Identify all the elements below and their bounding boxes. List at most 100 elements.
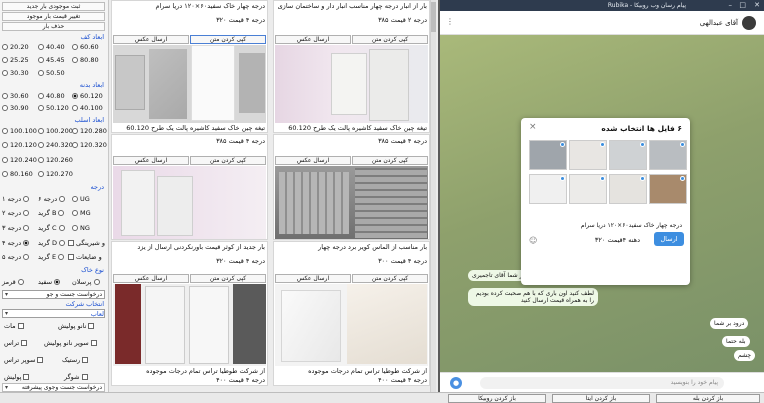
clay-option[interactable]: قرمز	[2, 278, 24, 286]
copy-text-button[interactable]: کپی کردن متن	[352, 35, 428, 44]
microphone-icon[interactable]: ●	[450, 377, 462, 389]
minimize-icon[interactable]: –	[729, 1, 733, 9]
size-option[interactable]: 45.45	[38, 56, 65, 64]
file-thumbnail[interactable]	[569, 140, 607, 170]
size-option[interactable]: 80.80	[72, 56, 99, 64]
grade-option[interactable]: گرید B	[38, 209, 65, 217]
size-option[interactable]: 30.30	[2, 69, 29, 77]
size-option[interactable]: 120.240	[2, 156, 37, 164]
change-price-button[interactable]: تغییر قیمت بار موجود	[2, 12, 105, 21]
product-image[interactable]	[275, 45, 428, 123]
size-option[interactable]: 40.40	[38, 43, 65, 51]
message-input[interactable]: پیام خود را بنویسید	[480, 377, 724, 389]
size-option[interactable]: 50.50	[38, 69, 65, 77]
search-request-dropdown[interactable]: درخواست جست و جو ▾	[2, 290, 105, 299]
file-thumbnail[interactable]	[609, 174, 647, 204]
emoji-icon[interactable]: ☺	[529, 236, 537, 245]
glaze-option[interactable]: سوپر نانو پولیش	[44, 339, 97, 347]
send-image-button[interactable]: ارسال عکس	[275, 156, 351, 165]
product-image[interactable]	[275, 284, 428, 366]
copy-text-button[interactable]: کپی کردن متن	[352, 274, 428, 283]
product-image[interactable]	[113, 45, 266, 123]
card-actions: ارسال عکس کپی کردن متن	[112, 156, 267, 165]
close-icon[interactable]: ×	[529, 122, 537, 132]
send-image-button[interactable]: ارسال عکس	[113, 156, 189, 165]
open-rubika-button[interactable]: باز کردن روبیکا	[448, 394, 546, 403]
size-option[interactable]: 120.120	[2, 141, 37, 149]
product-card: بار از انبار درجه چهار مناسب انبار دار و…	[273, 0, 430, 133]
copy-text-button[interactable]: کپی کردن متن	[190, 274, 266, 283]
size-option[interactable]: 60.60	[72, 43, 99, 51]
glaze-option[interactable]: مات	[4, 322, 24, 330]
caption-input[interactable]: دهنه ۴قیمت ۳۲۰	[595, 236, 640, 244]
glaze-option[interactable]: رستیک	[62, 356, 89, 364]
send-image-button[interactable]: ارسال عکس	[275, 35, 351, 44]
clay-option[interactable]: سفید	[38, 278, 61, 286]
send-image-button[interactable]: ارسال عکس	[275, 274, 351, 283]
grade-option[interactable]: درجه ۶	[38, 195, 66, 203]
grade-option[interactable]: درجه ۴	[2, 239, 30, 247]
size-option[interactable]: 80.160	[2, 170, 33, 178]
file-thumbnail[interactable]	[649, 140, 687, 170]
send-button[interactable]: ارسال	[654, 232, 684, 246]
maximize-icon[interactable]: □	[739, 1, 746, 9]
size-option[interactable]: 100.100	[2, 127, 37, 135]
close-icon[interactable]: ✕	[754, 1, 760, 9]
file-thumbnail[interactable]	[569, 174, 607, 204]
size-option[interactable]: 40.100	[72, 104, 103, 112]
size-option[interactable]: 30.90	[2, 104, 29, 112]
register-new-stock-button[interactable]: ثبت موجودی بار جدید	[2, 2, 105, 11]
glaze-option[interactable]: شوگر	[64, 373, 88, 381]
size-option[interactable]: 30.60	[2, 92, 29, 100]
company-dropdown[interactable]: ▾	[2, 309, 105, 318]
glaze-option[interactable]: تراس	[4, 339, 28, 347]
copy-text-button[interactable]: کپی کردن متن	[190, 156, 266, 165]
advanced-search-dropdown[interactable]: درخواست جست وجوی پیشرفته ▾	[2, 383, 105, 392]
size-option[interactable]: 20.20	[2, 43, 29, 51]
product-image[interactable]	[113, 284, 266, 366]
glaze-option[interactable]: پولیش	[4, 373, 30, 381]
size-option[interactable]: 120.260	[38, 156, 73, 164]
composer: پیام خود را بنویسید ●	[440, 372, 764, 392]
glaze-option[interactable]: نانو پولیش	[58, 322, 95, 330]
size-option[interactable]: 120.270	[38, 170, 73, 178]
size-option[interactable]: 100.200	[38, 127, 73, 135]
file-thumbnail[interactable]	[609, 140, 647, 170]
grade-option[interactable]: گرید D	[38, 239, 65, 247]
size-option[interactable]: 240.320	[38, 141, 73, 149]
size-option[interactable]: 120.320	[72, 141, 107, 149]
copy-text-button[interactable]: کپی کردن متن	[190, 35, 266, 44]
size-option[interactable]: 60.120	[72, 92, 103, 100]
grade-option[interactable]: گرید E	[38, 253, 65, 261]
glaze-option[interactable]: سوپر تراس	[4, 356, 44, 364]
grade-option[interactable]: درجه ۵	[2, 253, 30, 261]
product-image[interactable]	[275, 166, 428, 239]
size-option[interactable]: 120.280	[72, 127, 107, 135]
grid-scrollbar[interactable]	[430, 0, 436, 392]
grade-option[interactable]: NG	[72, 224, 90, 232]
grade-option[interactable]: گرید C	[38, 224, 65, 232]
grade-option[interactable]: درجه ۳	[2, 224, 30, 232]
product-image[interactable]	[113, 166, 266, 239]
file-thumbnail[interactable]	[529, 140, 567, 170]
grade-option[interactable]: و شیرینگی	[68, 239, 105, 247]
avatar[interactable]	[742, 16, 756, 30]
grade-option[interactable]: درجه ۲	[2, 209, 30, 217]
open-bale-button[interactable]: باز کردن بله	[656, 394, 760, 403]
send-image-button[interactable]: ارسال عکس	[113, 35, 189, 44]
file-thumbnail[interactable]	[649, 174, 687, 204]
clay-option[interactable]: پرسلان	[72, 278, 100, 286]
size-option[interactable]: 50.120	[38, 104, 69, 112]
send-image-button[interactable]: ارسال عکس	[113, 274, 189, 283]
open-eitaa-button[interactable]: باز کردن ایتا	[552, 394, 650, 403]
grade-option[interactable]: و ضایعات	[68, 253, 102, 261]
file-thumbnail[interactable]	[529, 174, 567, 204]
grade-option[interactable]: درجه ۱	[2, 195, 30, 203]
size-option[interactable]: 25.25	[2, 56, 29, 64]
copy-text-button[interactable]: کپی کردن متن	[352, 156, 428, 165]
grade-option[interactable]: UG	[72, 195, 90, 203]
more-icon[interactable]: ⋮	[446, 17, 454, 26]
grade-option[interactable]: MG	[72, 209, 91, 217]
delete-stock-button[interactable]: حذف بار	[2, 22, 105, 31]
size-option[interactable]: 40.80	[38, 92, 65, 100]
